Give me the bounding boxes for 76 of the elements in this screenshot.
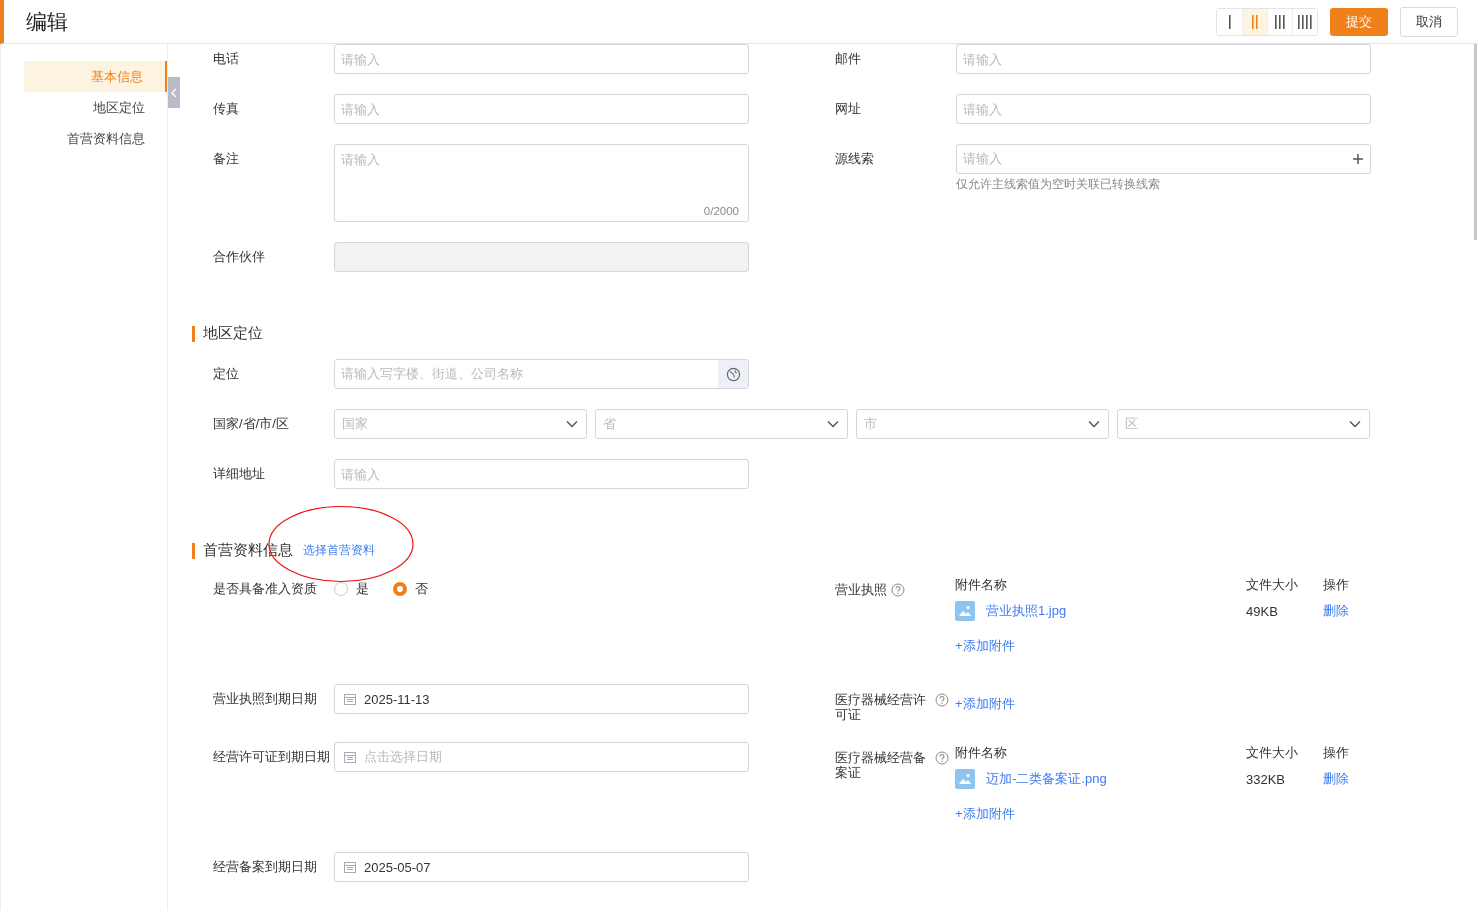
delete-link[interactable]: 删除 — [1323, 602, 1370, 620]
chevron-down-icon — [566, 420, 578, 428]
column-header: 文件大小 — [1246, 576, 1299, 594]
column-header: 附件名称 — [955, 744, 1008, 762]
column-header: 文件大小 — [1246, 744, 1299, 762]
textarea-field[interactable]: 请输入 0/2000 — [334, 144, 749, 222]
column-header: 附件名称 — [955, 576, 1008, 594]
text-input[interactable]: 请输入 — [956, 94, 1371, 124]
chevron-down-icon — [1349, 420, 1361, 428]
file-size: 332KB — [1246, 771, 1287, 787]
column-layout-button[interactable] — [1292, 8, 1317, 35]
field-label: 电话 — [213, 50, 240, 68]
scrollbar-thumb[interactable] — [1474, 44, 1477, 240]
field-label: 是否具备准入资质 — [213, 580, 318, 598]
delete-link[interactable]: 删除 — [1323, 770, 1370, 788]
image-file-icon — [955, 601, 975, 621]
field-label: 备注 — [213, 150, 240, 168]
plus-icon[interactable] — [1352, 153, 1364, 165]
field-label: 经营许可证到期日期 — [213, 748, 331, 766]
chevron-left-icon — [171, 87, 177, 98]
add-attachment-link[interactable]: +添加附件 — [955, 686, 1370, 722]
chevron-down-icon — [1088, 420, 1100, 428]
submit-button[interactable]: 提交 — [1330, 7, 1388, 36]
sidebar-item[interactable]: 地区定位 — [24, 92, 167, 123]
text-input[interactable]: 请输入 — [956, 44, 1371, 74]
add-attachment-link[interactable]: +添加附件 — [955, 796, 1370, 832]
radio-option[interactable]: 否 — [393, 580, 428, 598]
help-icon[interactable] — [935, 693, 949, 707]
select-materials-link[interactable]: 选择首营资料 — [303, 543, 375, 558]
image-file-icon — [955, 769, 975, 789]
radio-label: 否 — [415, 580, 428, 598]
field-label: 邮件 — [835, 50, 862, 68]
calendar-icon — [344, 861, 356, 873]
cancel-button[interactable]: 取消 — [1400, 6, 1458, 37]
text-input[interactable]: 请输入 — [334, 459, 749, 489]
field-label: 源线索 — [835, 150, 875, 168]
char-counter: 0/2000 — [703, 205, 739, 217]
column-header: 操作 — [1323, 576, 1350, 594]
field-label: 营业执照 — [835, 582, 887, 597]
field-label: 网址 — [835, 100, 862, 118]
help-icon[interactable] — [935, 751, 949, 765]
field-label: 合作伙伴 — [213, 248, 266, 266]
help-icon[interactable] — [891, 583, 905, 597]
add-attachment-link[interactable]: +添加附件 — [955, 628, 1370, 664]
field-hint: 仅允许主线索值为空时关联已转换线索 — [956, 177, 1161, 192]
file-size: 49KB — [1246, 603, 1279, 619]
text-input[interactable]: 请输入 — [334, 44, 749, 74]
collapse-handle[interactable] — [168, 77, 180, 108]
bars-icon — [1298, 14, 1312, 29]
radio-icon[interactable] — [393, 582, 407, 596]
bars-icon — [1252, 14, 1258, 29]
date-picker[interactable]: 2025-05-07 — [334, 852, 749, 882]
field-label: 定位 — [213, 365, 240, 383]
sidebar-item[interactable]: 基本信息 — [24, 61, 167, 92]
file-link[interactable]: 营业执照1.jpg — [986, 602, 1067, 620]
sidebar-item[interactable]: 首营资料信息 — [24, 123, 167, 154]
text-input[interactable]: 请输入 — [334, 94, 749, 124]
bars-icon — [1228, 14, 1231, 29]
section-title: 地区定位 — [203, 324, 263, 343]
field-label: 营业执照到期日期 — [213, 690, 318, 708]
calendar-icon — [344, 751, 356, 763]
radio-option[interactable]: 是 — [334, 580, 369, 598]
field-label: 经营备案到期日期 — [213, 858, 318, 876]
field-label: 医疗器械经营许可证 — [835, 692, 927, 722]
bars-icon — [1275, 14, 1285, 29]
file-link[interactable]: 迈加-二类备案证.png — [986, 770, 1107, 788]
date-picker[interactable]: 2025-11-13 — [334, 684, 749, 714]
field-label: 传真 — [213, 100, 240, 118]
field-label: 医疗器械经营备案证 — [835, 750, 927, 780]
page-title: 编辑 — [26, 8, 68, 35]
calendar-icon — [344, 693, 356, 705]
field-label: 详细地址 — [213, 465, 266, 483]
column-header: 操作 — [1323, 744, 1350, 762]
chevron-down-icon — [827, 420, 839, 428]
field-label: 国家/省/市/区 — [213, 415, 290, 433]
radio-label: 是 — [356, 580, 369, 598]
